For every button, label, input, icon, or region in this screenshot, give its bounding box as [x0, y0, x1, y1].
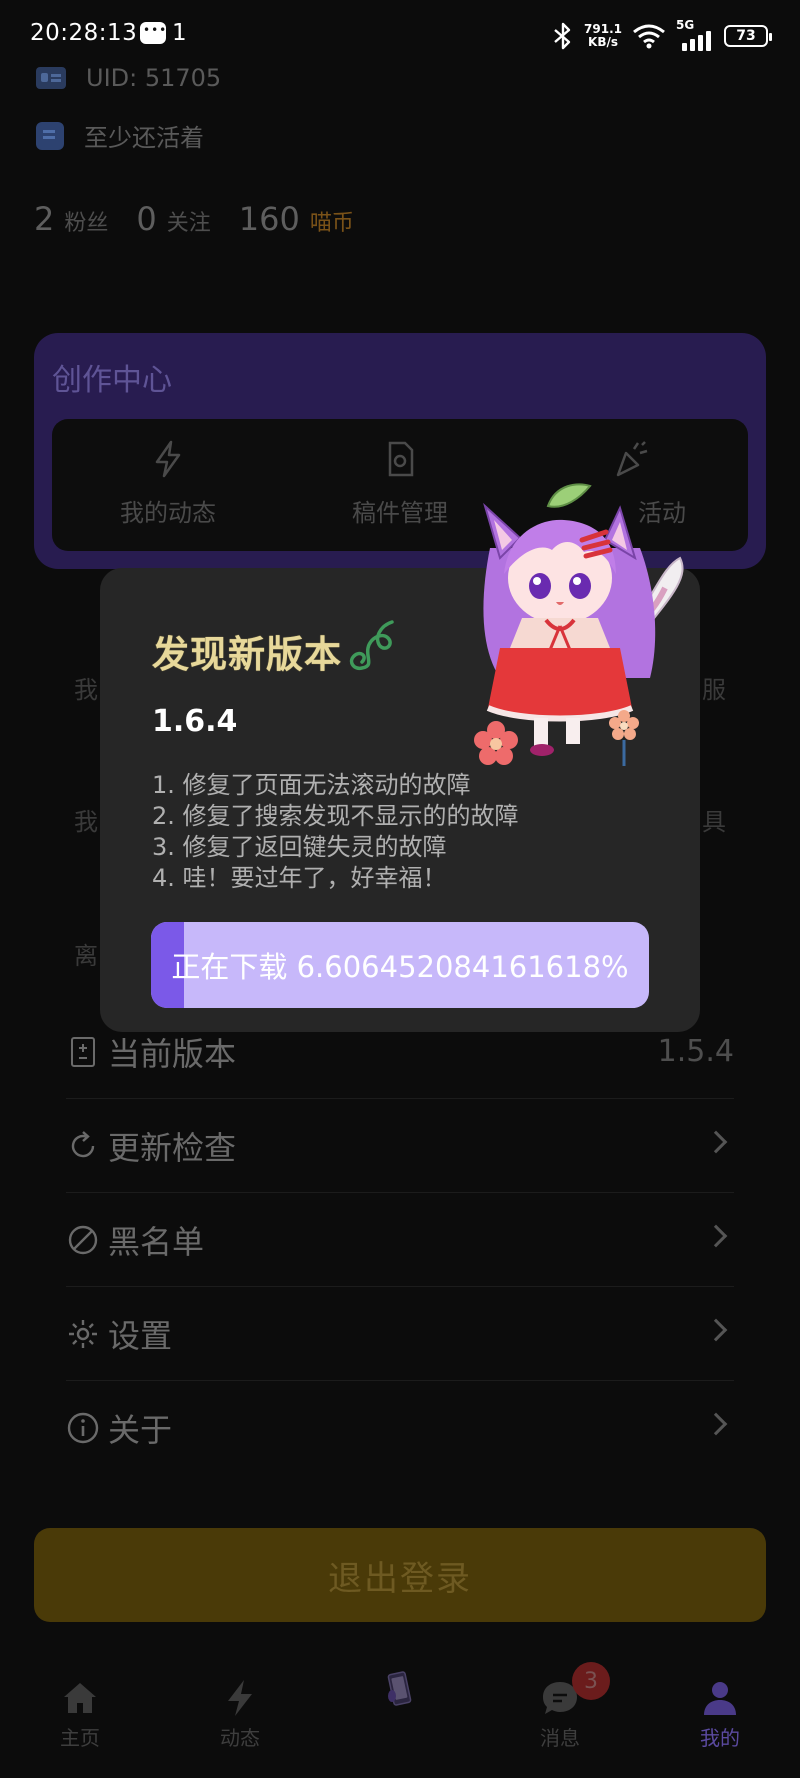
following-label[interactable]: 关注	[167, 205, 211, 237]
file-settings-icon	[388, 441, 414, 477]
nav-home[interactable]: 主页	[0, 1660, 160, 1778]
info-icon	[67, 1412, 99, 1444]
release-note-item: 3. 修复了返回键失灵的故障	[152, 833, 447, 861]
nav-messages[interactable]: 消息 3	[480, 1660, 640, 1778]
stats-row: 2 粉丝 0 关注 160 喵币	[34, 200, 372, 238]
check-update-row[interactable]: 更新检查	[66, 1099, 734, 1193]
bottom-navigation: 主页 动态 消息 3 我的	[0, 1660, 800, 1778]
refresh-icon	[71, 1130, 95, 1157]
settings-label: 设置	[108, 1316, 173, 1355]
gear-icon	[69, 1319, 97, 1348]
menu-row-partial-left: 我	[74, 808, 98, 836]
followers-label[interactable]: 粉丝	[64, 205, 108, 237]
my-posts-label: 我的动态	[120, 499, 216, 527]
about-row[interactable]: 关于	[66, 1381, 734, 1475]
catgirl-mascot-illustration	[474, 483, 684, 766]
version-icon	[71, 1036, 95, 1067]
nav-profile[interactable]: 我的	[640, 1660, 800, 1778]
menu-row-partial-right: 具	[702, 808, 726, 836]
nav-center-device[interactable]	[320, 1660, 480, 1778]
home-icon	[64, 1683, 96, 1713]
signature-text: 至少还活着	[84, 124, 204, 152]
new-version-number: 1.6.4	[152, 704, 238, 739]
download-progress-text: 正在下载 6.606452084161618%	[171, 950, 629, 984]
release-note-item: 4. 哇！要过年了，好幸福！	[152, 864, 447, 892]
about-label: 关于	[108, 1411, 173, 1449]
swirl-decoration-icon	[349, 620, 394, 671]
settings-menu: 当前版本 1.5.4 更新检查 黑名单 设置 关于	[66, 1000, 734, 1475]
nav-feed-label: 动态	[220, 1726, 260, 1750]
check-update-label: 更新检查	[108, 1128, 237, 1167]
dialog-title: 发现新版本	[152, 633, 342, 676]
menu-row-partial-right: 服	[702, 676, 726, 704]
status-bar: 20:28:13 1 791.1 KB/s 5G 73	[0, 0, 800, 70]
coins-label: 喵币	[309, 211, 354, 236]
drafts-management-label: 稿件管理	[352, 499, 448, 527]
blacklist-row[interactable]: 黑名单	[66, 1193, 734, 1287]
user-icon	[704, 1682, 736, 1715]
nav-feed[interactable]: 动态	[160, 1660, 320, 1778]
download-progress-bar[interactable]: 正在下载 6.606452084161618%	[151, 922, 649, 1008]
notification-count: 1	[172, 20, 187, 46]
ban-icon	[68, 1225, 98, 1254]
followers-count[interactable]: 2	[34, 200, 54, 238]
lightning-icon	[155, 440, 181, 478]
current-version-label: 当前版本	[108, 1034, 237, 1073]
party-popper-icon	[616, 441, 648, 477]
logout-button[interactable]: 退出登录	[34, 1528, 766, 1622]
menu-row-partial-left: 离	[74, 942, 98, 970]
creation-center-title: 创作中心	[52, 363, 172, 398]
coins-count: 160	[238, 200, 300, 238]
blacklist-label: 黑名单	[108, 1222, 205, 1261]
menu-row-partial-left: 我	[74, 676, 98, 704]
settings-row[interactable]: 设置	[66, 1287, 734, 1381]
chevron-right-icon	[704, 1224, 728, 1248]
document-icon	[36, 121, 64, 150]
status-time: 20:28:13	[30, 20, 138, 46]
chevron-right-icon	[704, 1412, 728, 1436]
bluetooth-icon	[554, 22, 571, 50]
wifi-icon	[633, 24, 665, 49]
battery-icon: 73	[724, 25, 772, 47]
my-posts-item[interactable]: 我的动态	[52, 419, 284, 551]
release-notes: 1. 修复了页面无法滚动的故障 2. 修复了搜索发现不显示的的故障 3. 修复了…	[152, 770, 519, 894]
network-speed: 791.1 KB/s	[584, 22, 622, 49]
dialog-title-wrap: 发现新版本	[152, 620, 394, 678]
message-badge: 3	[572, 1662, 610, 1700]
lightning-icon	[228, 1680, 252, 1716]
chevron-right-icon	[704, 1130, 728, 1154]
following-count[interactable]: 0	[136, 200, 156, 238]
signature-row: 至少还活着	[36, 118, 204, 153]
phone-device-icon	[387, 1671, 412, 1706]
current-version-value: 1.5.4	[657, 1034, 734, 1069]
nav-messages-label: 消息	[540, 1726, 580, 1750]
chevron-right-icon	[704, 1318, 728, 1342]
message-notification-icon	[140, 22, 167, 44]
nav-home-label: 主页	[60, 1726, 100, 1750]
release-note-item: 2. 修复了搜索发现不显示的的故障	[152, 802, 519, 830]
nav-profile-label: 我的	[700, 1726, 740, 1750]
id-card-icon	[36, 67, 66, 89]
cellular-signal-icon: 5G	[676, 18, 714, 51]
